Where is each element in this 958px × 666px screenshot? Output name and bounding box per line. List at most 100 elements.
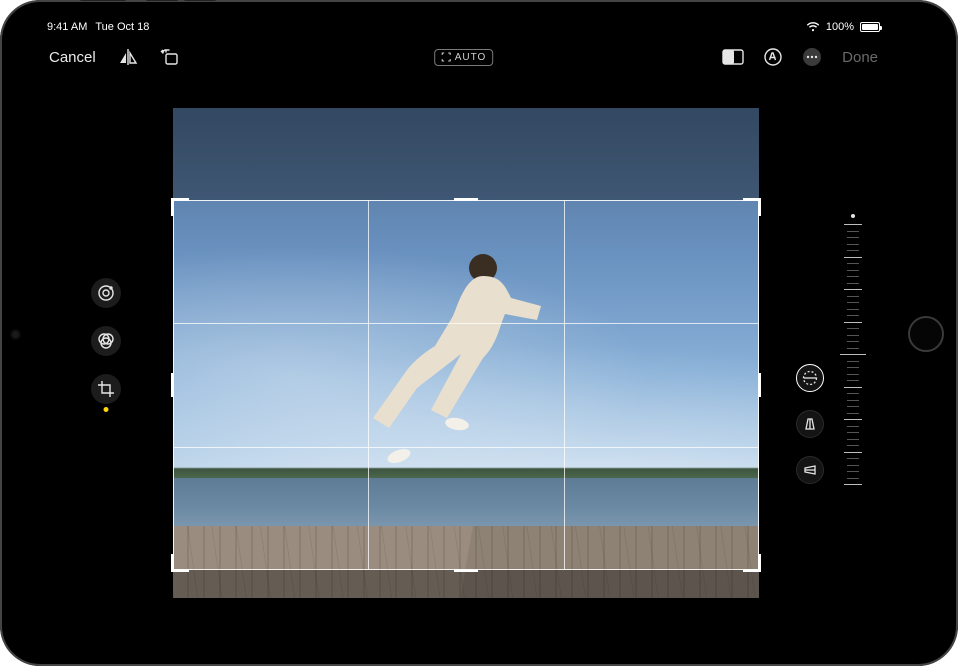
markup-button[interactable] bbox=[764, 48, 782, 66]
aspect-ratio-icon bbox=[722, 49, 744, 65]
cancel-button[interactable]: Cancel bbox=[49, 49, 96, 66]
flip-horizontal-icon bbox=[118, 48, 138, 66]
straighten-button[interactable] bbox=[796, 364, 824, 392]
slider-tick bbox=[847, 263, 859, 264]
slider-tick bbox=[847, 283, 859, 284]
aspect-ratio-button[interactable] bbox=[722, 49, 744, 65]
slider-tick bbox=[847, 328, 859, 329]
crop-overlay[interactable] bbox=[173, 200, 759, 570]
vertical-perspective-icon bbox=[803, 417, 817, 431]
crop-handle-tl[interactable] bbox=[171, 198, 189, 216]
edit-mode-rail bbox=[91, 278, 121, 404]
filters-icon bbox=[97, 332, 115, 350]
auto-frame-icon bbox=[441, 52, 451, 62]
slider-tick bbox=[847, 237, 859, 238]
status-bar: 9:41 AM Tue Oct 18 100% bbox=[35, 18, 892, 36]
slider-tick bbox=[847, 432, 859, 433]
editor-toolbar: Cancel bbox=[35, 42, 892, 72]
slider-tick bbox=[847, 458, 859, 459]
flip-button[interactable] bbox=[118, 48, 138, 66]
crop-dim-bottom bbox=[173, 570, 759, 598]
slider-tick bbox=[847, 231, 859, 232]
front-camera bbox=[12, 331, 19, 338]
slider-tick bbox=[847, 250, 859, 251]
done-button[interactable]: Done bbox=[842, 49, 878, 66]
battery-pct: 100% bbox=[826, 21, 854, 33]
adjust-icon bbox=[97, 284, 115, 302]
slider-tick bbox=[844, 224, 862, 225]
volume-down-button bbox=[184, 0, 216, 1]
screen: 9:41 AM Tue Oct 18 100% Cancel bbox=[35, 18, 892, 648]
slider-tick bbox=[847, 406, 859, 407]
crop-grid-line bbox=[368, 200, 369, 570]
rotate-button[interactable] bbox=[160, 48, 180, 66]
slider-tick bbox=[844, 419, 862, 420]
slider-tick bbox=[844, 354, 862, 355]
auto-label: AUTO bbox=[455, 52, 487, 63]
crop-grid-line bbox=[173, 323, 759, 324]
crop-dim-top bbox=[173, 108, 759, 200]
slider-tick bbox=[847, 380, 859, 381]
slider-tick bbox=[847, 367, 859, 368]
power-button bbox=[80, 0, 126, 1]
slider-tick bbox=[844, 387, 862, 388]
slider-tick bbox=[847, 400, 859, 401]
crop-handle-left[interactable] bbox=[171, 373, 174, 397]
rotation-slider[interactable] bbox=[842, 224, 864, 484]
slider-tick bbox=[847, 276, 859, 277]
slider-tick bbox=[847, 426, 859, 427]
crop-grid-line bbox=[564, 200, 565, 570]
slider-tick bbox=[844, 452, 862, 453]
slider-tick bbox=[844, 289, 862, 290]
crop-icon bbox=[97, 380, 115, 398]
slider-tick bbox=[847, 361, 859, 362]
slider-tick bbox=[847, 335, 859, 336]
slider-zero-dot bbox=[851, 214, 855, 218]
slider-tick bbox=[847, 465, 859, 466]
slider-tick bbox=[847, 244, 859, 245]
auto-enhance-button[interactable]: AUTO bbox=[434, 49, 494, 66]
ellipsis-icon bbox=[802, 47, 822, 67]
more-button[interactable] bbox=[802, 47, 822, 67]
ipad-frame: 9:41 AM Tue Oct 18 100% Cancel bbox=[0, 0, 958, 666]
slider-tick bbox=[847, 413, 859, 414]
slider-tick bbox=[847, 309, 859, 310]
slider-tick bbox=[844, 322, 862, 323]
crop-handle-br[interactable] bbox=[743, 554, 761, 572]
crop-handle-tr[interactable] bbox=[743, 198, 761, 216]
crop-grid-line bbox=[173, 447, 759, 448]
horizontal-perspective-icon bbox=[803, 463, 817, 477]
filters-tab[interactable] bbox=[91, 326, 121, 356]
crop-handle-bl[interactable] bbox=[171, 554, 189, 572]
slider-tick bbox=[847, 348, 859, 349]
crop-tab[interactable] bbox=[91, 374, 121, 404]
crop-border bbox=[173, 200, 759, 570]
slider-tick bbox=[847, 315, 859, 316]
straighten-icon bbox=[802, 370, 818, 386]
crop-handle-bottom[interactable] bbox=[454, 569, 478, 572]
slider-tick bbox=[847, 341, 859, 342]
crop-handle-top[interactable] bbox=[454, 198, 478, 201]
photo-stage bbox=[173, 108, 759, 598]
perspective-rail bbox=[796, 364, 824, 484]
adjust-tab[interactable] bbox=[91, 278, 121, 308]
vertical-perspective-button[interactable] bbox=[796, 410, 824, 438]
home-button[interactable] bbox=[908, 316, 944, 352]
battery-icon bbox=[860, 22, 880, 32]
slider-tick bbox=[847, 471, 859, 472]
status-date: Tue Oct 18 bbox=[95, 21, 149, 33]
status-time: 9:41 AM bbox=[47, 21, 87, 33]
volume-up-button bbox=[146, 0, 178, 1]
slider-tick bbox=[847, 270, 859, 271]
crop-handle-right[interactable] bbox=[758, 373, 761, 397]
slider-tick bbox=[844, 257, 862, 258]
slider-tick bbox=[847, 393, 859, 394]
slider-tick bbox=[847, 374, 859, 375]
slider-tick bbox=[847, 439, 859, 440]
markup-icon bbox=[764, 48, 782, 66]
slider-tick bbox=[847, 302, 859, 303]
slider-tick bbox=[847, 296, 859, 297]
horizontal-perspective-button[interactable] bbox=[796, 456, 824, 484]
active-tab-indicator bbox=[104, 407, 109, 412]
rotate-left-icon bbox=[160, 48, 180, 66]
